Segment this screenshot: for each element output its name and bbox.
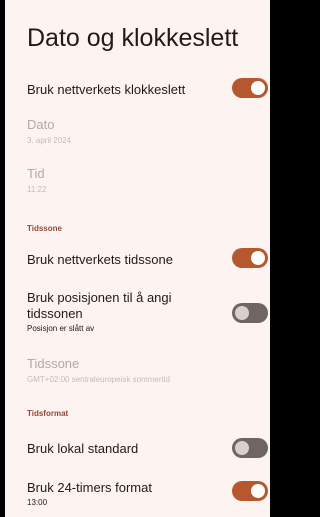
toggle-knob (251, 484, 265, 498)
location-timezone-label: Bruk posisjonen til å angi tidssonen (27, 290, 172, 321)
page-title: Dato og klokkeslett (27, 24, 239, 52)
location-timezone-summary: Posisjon er slått av (27, 324, 95, 333)
format-24h-setting[interactable]: Bruk 24-timers format 13:00 (27, 480, 270, 508)
toggle-knob (235, 441, 249, 455)
date-setting: Dato 3. april 2024 (27, 117, 270, 146)
network-time-toggle[interactable] (232, 78, 268, 98)
locale-default-setting[interactable]: Bruk lokal standard (27, 437, 270, 461)
section-header-timezone: Tidssone (27, 224, 62, 233)
toggle-knob (235, 306, 249, 320)
date-value: 3. april 2024 (27, 136, 72, 145)
timezone-setting: Tidssone GMT+02:00 sentraleuropeisk somm… (27, 356, 270, 385)
timezone-value: GMT+02:00 sentraleuropeisk sommertid (27, 375, 170, 384)
section-header-time-format: Tidsformat (27, 409, 69, 418)
timezone-label: Tidssone (27, 356, 80, 371)
network-timezone-setting[interactable]: Bruk nettverkets tidssone (27, 248, 270, 272)
location-timezone-toggle[interactable] (232, 303, 268, 323)
format-24h-summary: 13:00 (27, 498, 48, 507)
locale-default-toggle[interactable] (232, 438, 268, 458)
network-time-setting[interactable]: Bruk nettverkets klokkeslett (27, 78, 270, 102)
format-24h-toggle[interactable] (232, 481, 268, 501)
date-label: Dato (27, 117, 55, 132)
toggle-knob (251, 251, 265, 265)
time-label: Tid (27, 166, 45, 181)
toggle-knob (251, 81, 265, 95)
time-setting: Tid 11:22 (27, 166, 270, 195)
time-value: 11:22 (27, 185, 47, 194)
settings-screen: Dato og klokkeslett Bruk nettverkets klo… (5, 0, 270, 517)
location-timezone-setting[interactable]: Bruk posisjonen til å angi tidssonen Pos… (27, 290, 270, 334)
network-timezone-toggle[interactable] (232, 248, 268, 268)
